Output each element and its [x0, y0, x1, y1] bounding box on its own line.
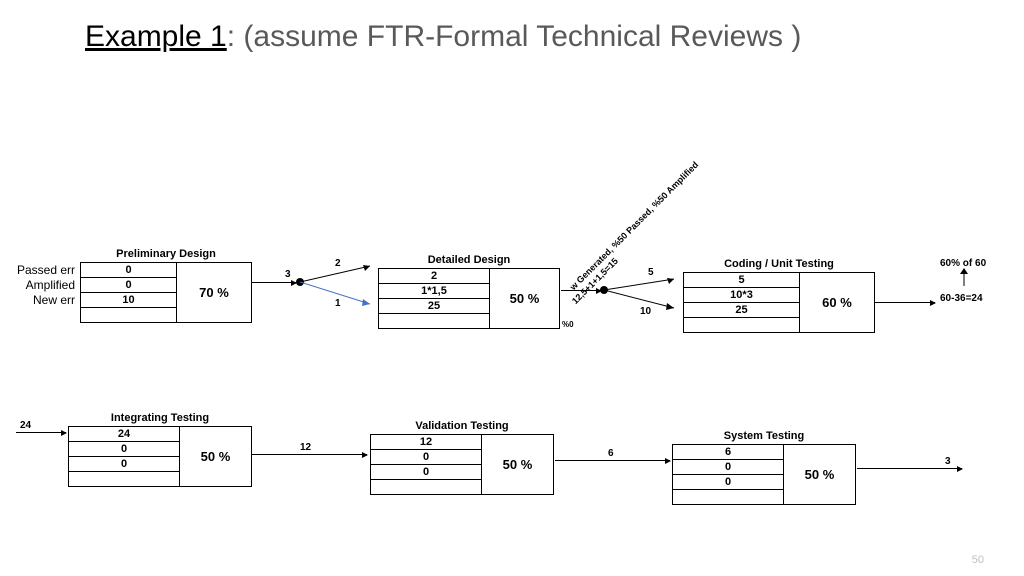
arrow-integ-out: [252, 454, 367, 455]
arrow-system-out: [857, 468, 962, 469]
node-coding: Coding / Unit Testing 5 10*3 25 60 %: [683, 258, 875, 333]
edge-label: 3: [285, 269, 291, 280]
edge-label: 24: [20, 420, 31, 431]
arrow-valid-out: [555, 460, 670, 461]
node-validation-testing: Validation Testing 12 0 0 50 %: [370, 420, 554, 495]
rotated-note-1: w Generated, %50 Passed, %50 Amplified: [568, 160, 700, 292]
node-preliminary-design: Preliminary Design 0 0 10 70 %: [80, 248, 252, 323]
edge-label: 6: [608, 448, 614, 459]
edge-label: 3: [945, 456, 951, 467]
edge-label: 10: [640, 306, 651, 317]
calc-note-2: 60-36=24: [940, 293, 983, 304]
node-detailed-design: Detailed Design 2 1*1,5 25 50 %: [378, 254, 560, 329]
edge-label: 1: [335, 298, 341, 309]
split-dot: [296, 278, 304, 286]
node-integrating-testing: Integrating Testing 24 0 0 50 %: [68, 412, 252, 487]
calc-note-1: 60% of 60: [940, 258, 986, 269]
row-labels: Passed err Amplified New err: [0, 263, 75, 308]
page-number: 50: [972, 554, 984, 566]
edge-label: 5: [648, 267, 654, 278]
node-system-testing: System Testing 6 0 0 50 %: [672, 430, 856, 505]
arrow-integ-in: [16, 432, 66, 433]
arrow-detailed-out: [561, 290, 601, 291]
arrow-coding-out: [875, 302, 935, 303]
edge-label: 12: [300, 442, 311, 453]
edge-label: 2: [335, 258, 341, 269]
arrow-prelim-out: [251, 282, 296, 283]
slide-title: Example 1: (assume FTR-Formal Technical …: [85, 20, 801, 54]
tiny-label: %0: [562, 320, 574, 329]
